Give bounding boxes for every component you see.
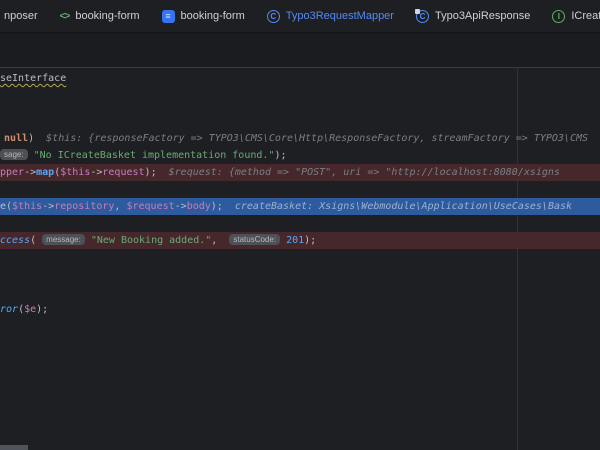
tab-label: ICreateBas bbox=[571, 10, 600, 22]
code-token: $request bbox=[126, 201, 174, 212]
code-token: ccess bbox=[0, 235, 30, 246]
code-token: ); bbox=[274, 150, 286, 161]
code-token: $this bbox=[12, 201, 42, 212]
code-token: -> bbox=[42, 201, 54, 212]
parameter-hint-chip: sage: bbox=[0, 149, 28, 160]
code-token: ); bbox=[36, 304, 48, 315]
code-token: null bbox=[4, 133, 28, 144]
code-token: ); bbox=[211, 201, 235, 212]
parameter-hint-chip: message: bbox=[42, 234, 85, 245]
editor-tab-Typo3ApiResponse[interactable]: C Typo3ApiResponse bbox=[405, 0, 541, 33]
code-token: $request: {method => "POST", uri => "htt… bbox=[169, 167, 560, 178]
icon-badge bbox=[415, 9, 420, 14]
code-editor[interactable]: seInterface null) $this: {responseFactory… bbox=[0, 68, 600, 450]
code-token: -> bbox=[175, 201, 187, 212]
code-token: seInterface bbox=[0, 73, 66, 84]
editor-tab-booking-form[interactable]: ≡ booking-form bbox=[151, 0, 256, 33]
breakpoint-line[interactable]: ccess( message: "New Booking added.", st… bbox=[0, 232, 600, 249]
code-token: repository bbox=[54, 201, 114, 212]
code-line[interactable]: ror($e); bbox=[0, 301, 600, 318]
editor-tab-ICreateBas[interactable]: I ICreateBas bbox=[541, 0, 600, 33]
code-token: , bbox=[211, 235, 229, 246]
code-token: $this bbox=[60, 167, 90, 178]
code-token: $e bbox=[24, 304, 36, 315]
interface-icon: I bbox=[552, 10, 565, 23]
tab-label: nposer bbox=[4, 10, 38, 22]
code-token: 201 bbox=[286, 235, 304, 246]
code-token: $this: {responseFactory => TYPO3\CMS\Cor… bbox=[46, 133, 588, 144]
editor-top-gap bbox=[0, 34, 600, 67]
code-token: -> bbox=[24, 167, 36, 178]
code-line[interactable]: seInterface bbox=[0, 70, 600, 87]
editor-tab-bar: nposer <> booking-form ≡ booking-form C Typo3R… bbox=[0, 0, 600, 34]
code-token: pper bbox=[0, 167, 24, 178]
class-icon: C bbox=[416, 10, 429, 23]
stylesheet-file-icon: ≡ bbox=[162, 10, 175, 23]
tab-label: Typo3RequestMapper bbox=[286, 10, 394, 22]
class-icon: C bbox=[267, 10, 280, 23]
right-margin-guide bbox=[517, 68, 518, 450]
code-token: , bbox=[114, 201, 126, 212]
tab-label: booking-form bbox=[75, 10, 139, 22]
tab-label: Typo3ApiResponse bbox=[435, 10, 530, 22]
code-line[interactable]: sage: "No ICreateBasket implementation f… bbox=[0, 147, 600, 164]
execution-line[interactable]: e($this->repository, $request->body); cr… bbox=[0, 198, 600, 215]
horizontal-scrollbar-thumb[interactable] bbox=[0, 445, 28, 450]
editor-tab-booking-form[interactable]: <> booking-form bbox=[49, 0, 151, 33]
code-token: ); bbox=[304, 235, 316, 246]
breakpoint-line[interactable]: pper->map($this->request); $request: {me… bbox=[0, 164, 600, 181]
code-token: "No ICreateBasket implementation found." bbox=[34, 150, 275, 161]
code-token: "New Booking added." bbox=[91, 235, 211, 246]
editor-tab-nposer[interactable]: nposer bbox=[0, 0, 49, 33]
tab-label: booking-form bbox=[181, 10, 245, 22]
code-token: e( bbox=[0, 201, 12, 212]
code-token: map bbox=[36, 167, 54, 178]
code-token: ror bbox=[0, 304, 18, 315]
code-token: ); bbox=[145, 167, 169, 178]
parameter-hint-chip: statusCode: bbox=[229, 234, 280, 245]
editor-tab-Typo3RequestMapper[interactable]: C Typo3RequestMapper bbox=[256, 0, 405, 33]
html-file-icon: <> bbox=[60, 11, 70, 22]
code-token: ( bbox=[30, 235, 42, 246]
code-token: -> bbox=[90, 167, 102, 178]
code-token: createBasket: Xsigns\Webmodule\Applicati… bbox=[235, 201, 572, 212]
code-token: ) bbox=[28, 133, 46, 144]
code-line[interactable]: null) $this: {responseFactory => TYPO3\C… bbox=[0, 130, 600, 147]
code-token: body bbox=[187, 201, 211, 212]
ide-window: nposer <> booking-form ≡ booking-form C Typo3R… bbox=[0, 0, 600, 450]
code-token: request bbox=[102, 167, 144, 178]
